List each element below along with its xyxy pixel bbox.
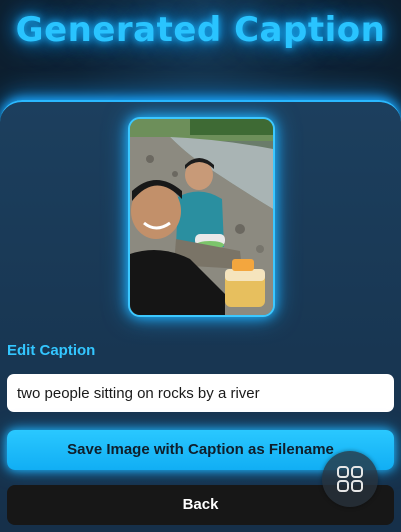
grid-icon — [337, 466, 363, 492]
selected-photo — [128, 117, 275, 317]
photo-image — [130, 119, 273, 315]
page-title: Generated Caption — [15, 10, 386, 50]
caption-input[interactable] — [7, 374, 394, 412]
caption-screen: Generated Caption Edit Caption two peopl… — [0, 0, 401, 532]
floating-menu-button[interactable] — [322, 451, 378, 507]
edit-caption-label: Edit Caption — [7, 342, 96, 359]
